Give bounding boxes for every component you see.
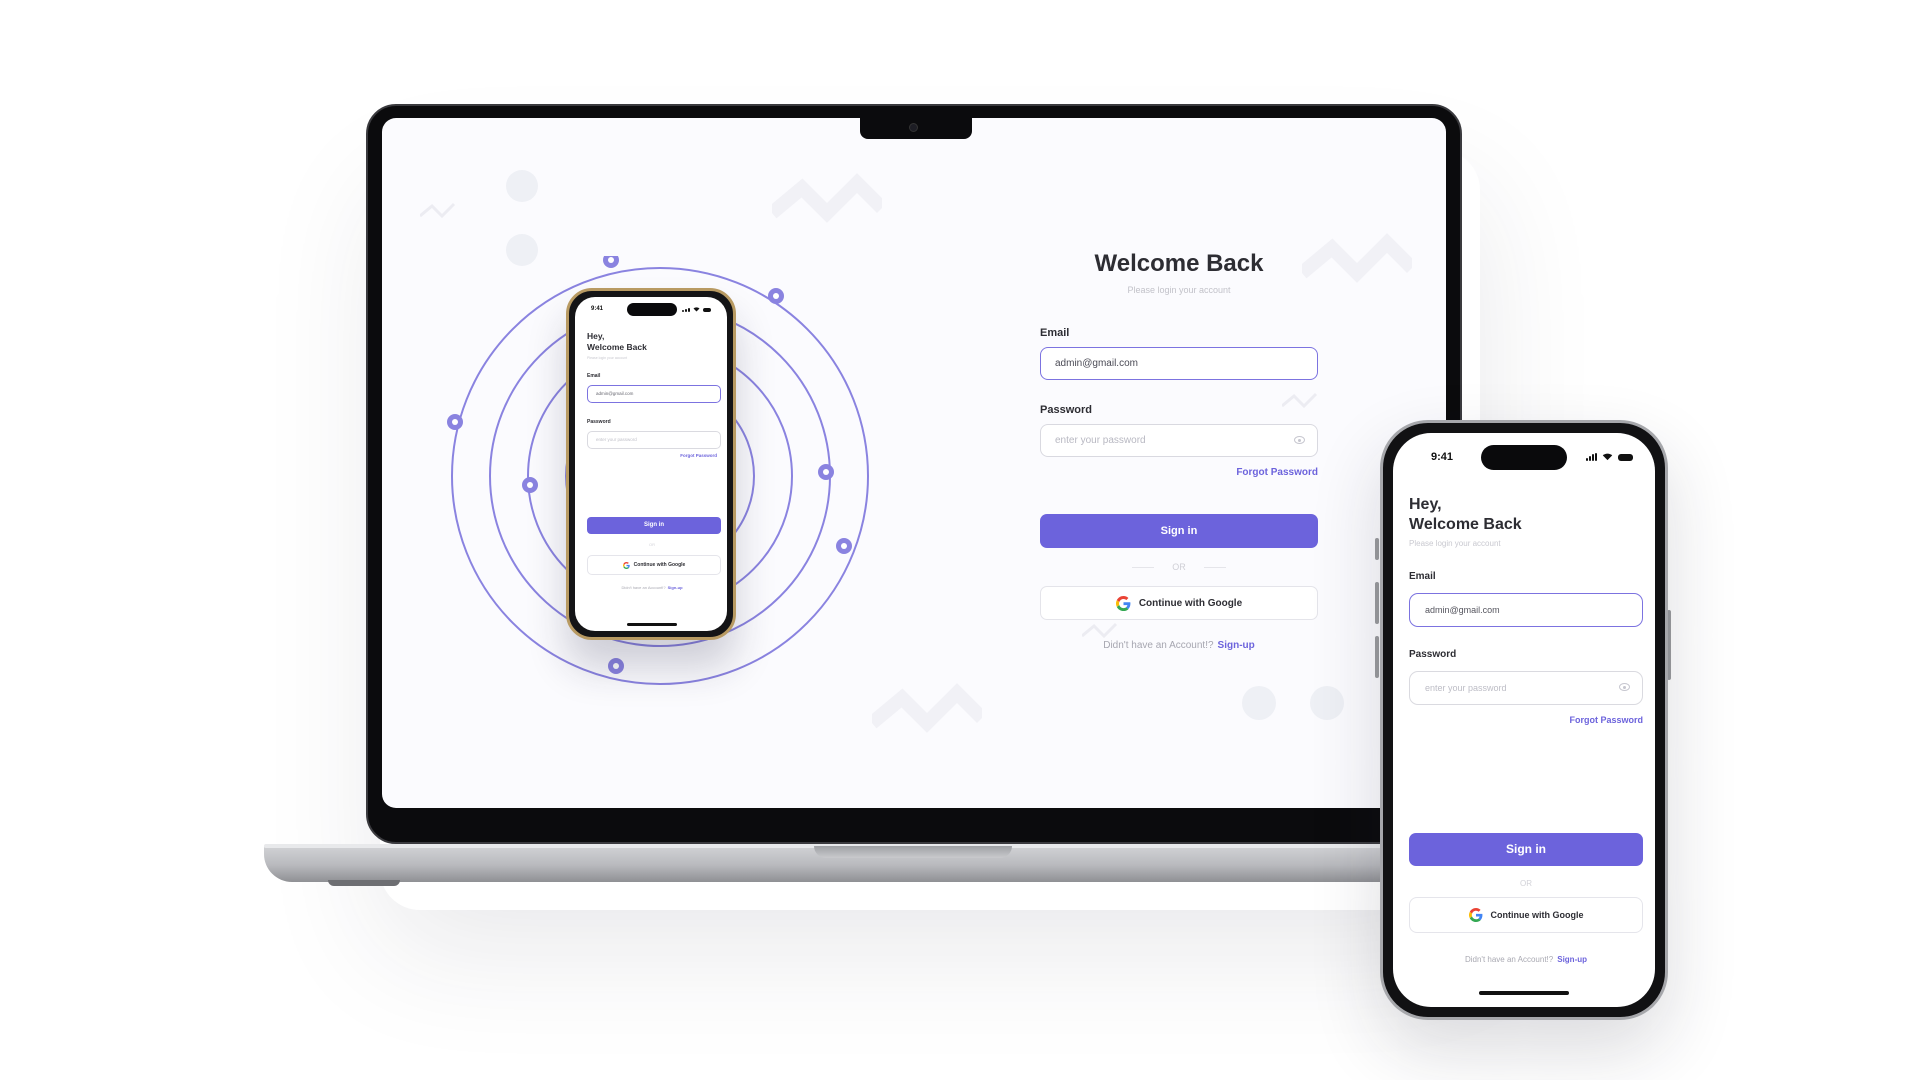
status-time: 9:41	[591, 306, 604, 312]
password-field[interactable]: enter your password	[1409, 671, 1643, 705]
eye-icon[interactable]	[1619, 683, 1630, 691]
wifi-icon	[693, 307, 700, 312]
sign-in-button[interactable]: Sign in	[1409, 833, 1643, 866]
google-icon	[1468, 908, 1482, 922]
google-signin-button[interactable]: Continue with Google	[1040, 586, 1318, 620]
password-placeholder: enter your password	[596, 437, 637, 442]
page-title: Welcome Back	[1094, 250, 1264, 277]
greeting: Hey, Welcome Back Please login your acco…	[1409, 495, 1643, 548]
small-phone-screen: 9:41 Hey, Welcome Back Please login your…	[575, 297, 727, 631]
home-indicator	[1479, 991, 1569, 995]
greeting-subtitle: Please login your account	[587, 356, 628, 360]
password-label: Password	[587, 419, 717, 425]
page-subtitle: Please login your account	[1127, 285, 1231, 295]
large-phone-mockup: 9:41 Hey, Welcome Back Please login your…	[1380, 420, 1668, 1020]
decor-zigzag	[872, 683, 982, 733]
email-label: Email	[1409, 571, 1436, 582]
location-pin-icon	[522, 477, 538, 493]
sign-in-button[interactable]: Sign in	[587, 517, 721, 534]
google-signin-button[interactable]: Continue with Google	[587, 555, 721, 575]
signal-icon	[1586, 453, 1597, 461]
greeting-line2: Welcome Back	[587, 342, 647, 352]
password-field[interactable]: enter your password	[587, 431, 721, 449]
signup-prompt: Didn't have an Account!? Sign-up	[1409, 955, 1643, 964]
eye-icon[interactable]	[1294, 436, 1305, 444]
forgot-password-link[interactable]: Forgot Password	[587, 453, 717, 458]
battery-icon	[703, 308, 711, 312]
status-time: 9:41	[1431, 451, 1454, 463]
dynamic-island	[1481, 445, 1567, 470]
decor-zigzag	[1302, 233, 1412, 283]
greeting-line1: Hey,	[587, 331, 605, 341]
phone-side-button	[1375, 636, 1379, 678]
laptop-foot	[328, 880, 400, 886]
signup-prompt-text: Didn't have an Account!?	[1464, 955, 1554, 964]
desktop-login-form: Welcome Back Please login your account E…	[1040, 250, 1318, 651]
email-label: Email	[1040, 327, 1070, 339]
status-icons	[1586, 453, 1633, 461]
google-button-label: Continue with Google	[1138, 597, 1243, 609]
small-phone-mockup: 9:41 Hey, Welcome Back Please login your…	[566, 288, 736, 640]
sign-in-button[interactable]: Sign in	[1040, 514, 1318, 548]
dynamic-island	[627, 303, 677, 316]
forgot-password-link[interactable]: Forgot Password	[1040, 467, 1318, 478]
signup-prompt-text: Didn't have an Account!?	[621, 585, 666, 590]
greeting-subtitle: Please login your account	[1409, 539, 1501, 548]
or-divider: OR	[1040, 562, 1318, 572]
decor-circle	[1242, 686, 1276, 720]
signal-icon	[682, 308, 690, 312]
location-pin-icon	[447, 414, 463, 430]
greeting-line1: Hey,	[1409, 496, 1442, 513]
or-divider: OR	[649, 542, 655, 547]
password-placeholder: enter your password	[1425, 683, 1507, 693]
email-label: Email	[587, 373, 717, 379]
camera-icon	[909, 123, 918, 132]
signup-link[interactable]: Sign-up	[1557, 955, 1587, 964]
google-icon	[1115, 595, 1131, 611]
password-label: Password	[1040, 404, 1092, 416]
signup-link[interactable]: Sign-up	[1218, 640, 1255, 651]
device-mockup-scene: Welcome Back Please login your account E…	[0, 0, 1920, 1080]
email-field[interactable]: admin@gmail.com	[1409, 593, 1643, 627]
camera-notch	[860, 118, 972, 139]
signup-prompt: Didn't have an Account!? Sign-up	[1040, 640, 1318, 651]
location-pin-icon	[768, 288, 784, 304]
signup-prompt: Didn't have an Account!? Sign-up	[587, 585, 717, 590]
password-label: Password	[1409, 649, 1457, 660]
large-phone-screen: 9:41 Hey, Welcome Back Please login your…	[1393, 433, 1655, 1007]
decor-zigzag	[420, 202, 456, 219]
location-pin-icon	[603, 256, 619, 268]
email-label-text: Email	[587, 373, 601, 379]
wifi-icon	[1602, 453, 1613, 461]
location-pin-icon	[818, 464, 834, 480]
status-icons	[682, 307, 711, 312]
greeting: Hey, Welcome Back Please login your acco…	[587, 331, 717, 360]
or-divider: OR	[1520, 879, 1532, 888]
google-icon	[622, 561, 630, 569]
phone-side-button	[1375, 582, 1379, 624]
password-label-text: Password	[587, 419, 611, 425]
decor-circle	[1310, 686, 1344, 720]
decor-zigzag	[772, 173, 882, 223]
phone-side-button	[1375, 538, 1379, 560]
battery-icon	[1618, 454, 1633, 461]
location-pin-icon	[836, 538, 852, 554]
laptop-trackpad-groove	[814, 846, 1012, 858]
email-field[interactable]: admin@gmail.com	[587, 385, 721, 403]
forgot-password-link[interactable]: Forgot Password	[1409, 715, 1643, 725]
signup-link[interactable]: Sign-up	[668, 585, 683, 590]
greeting-line2: Welcome Back	[1409, 516, 1522, 533]
home-indicator	[627, 623, 677, 626]
decor-circle	[506, 170, 538, 202]
password-field[interactable]: enter your password	[1040, 424, 1318, 457]
signup-prompt-text: Didn't have an Account!?	[1103, 640, 1214, 651]
location-pin-icon	[608, 658, 624, 674]
google-button-label: Continue with Google	[633, 562, 686, 568]
password-placeholder: enter your password	[1055, 435, 1146, 446]
google-signin-button[interactable]: Continue with Google	[1409, 897, 1643, 933]
email-field[interactable]: admin@gmail.com	[1040, 347, 1318, 380]
google-button-label: Continue with Google	[1490, 910, 1584, 920]
